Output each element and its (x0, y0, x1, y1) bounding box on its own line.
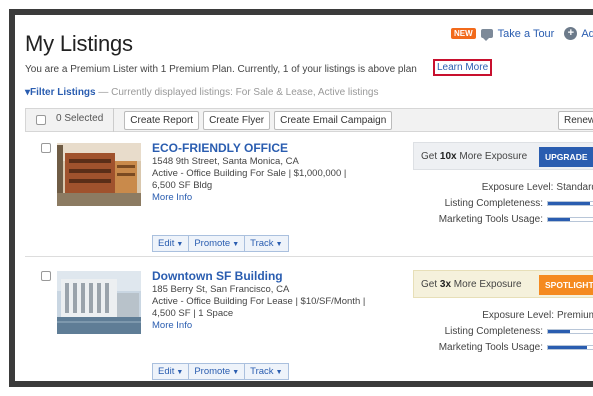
caret-down-icon: ▼ (232, 241, 240, 248)
tools-usage-label: Marketing Tools Usage: (438, 213, 543, 225)
completeness-fill (548, 329, 570, 333)
listing-title[interactable]: Downtown SF Building (152, 269, 283, 283)
screenshot-frame: My Listings NEW Take a Tour + Ad You are… (9, 9, 593, 387)
caret-down-icon: ▼ (232, 369, 240, 376)
exposure-prefix: Get (421, 278, 440, 290)
tools-usage-fill (548, 217, 570, 221)
exposure-prefix: Get (421, 150, 440, 162)
promote-dropdown[interactable]: Promote ▼ (189, 363, 246, 380)
edit-label: Edit (158, 366, 175, 377)
promote-dropdown[interactable]: Promote ▼ (189, 235, 246, 252)
selected-count: 0 Selected (56, 108, 115, 132)
exposure-promo: Get 3x More Exposure SPOTLIGHT (413, 270, 593, 298)
page-title: My Listings (25, 31, 133, 56)
bulk-actions-toolbar: 0 Selected Create Report Create Flyer Cr… (25, 108, 593, 132)
filter-listings-label: Filter Listings (30, 87, 96, 98)
listing-metrics: Exposure Level: Standard Listing Complet… (415, 179, 593, 227)
listing-status: Active - Office Building For Sale | $1,0… (152, 168, 347, 179)
page: My Listings NEW Take a Tour + Ad You are… (15, 15, 593, 381)
tools-usage-fill (548, 345, 588, 349)
exposure-suffix: More Exposure (451, 278, 522, 290)
completeness-bar (547, 328, 593, 334)
exposure-multiplier: 3x (439, 278, 452, 290)
exposure-promo-text: Get 3x More Exposure (421, 279, 522, 290)
tools-usage-bar (547, 216, 593, 222)
listing-metrics: Exposure Level: Premium Listing Complete… (415, 307, 593, 355)
listing-thumbnail[interactable] (57, 143, 141, 206)
more-info-link[interactable]: More Info (152, 320, 377, 332)
exposure-level-value: Premium (556, 309, 593, 321)
completeness-label: Listing Completeness: (444, 197, 543, 209)
tools-usage-label: Marketing Tools Usage: (438, 341, 543, 353)
completeness-label: Listing Completeness: (444, 325, 543, 337)
caret-down-icon: ▼ (176, 369, 184, 376)
select-all-checkbox[interactable] (36, 115, 46, 125)
promote-label: Promote (194, 366, 231, 377)
upgrade-button[interactable]: UPGRADE (539, 147, 593, 167)
edit-dropdown[interactable]: Edit ▼ (152, 235, 190, 252)
tools-usage-row: Marketing Tools Usage: (415, 339, 593, 355)
completeness-bar (547, 200, 593, 206)
spotlight-button[interactable]: SPOTLIGHT (539, 275, 593, 295)
exposure-multiplier: 10x (439, 150, 457, 162)
listing-checkbox[interactable] (41, 271, 51, 281)
listing-address: 185 Berry St, San Francisco, CA (152, 284, 290, 295)
exposure-promo: Get 10x More Exposure UPGRADE (413, 142, 593, 170)
filter-listings-link[interactable]: ▾Filter Listings (25, 87, 96, 98)
exposure-level-label: Exposure Level: (482, 309, 554, 321)
create-email-campaign-button[interactable]: Create Email Campaign (274, 110, 393, 130)
create-flyer-button[interactable]: Create Flyer (203, 110, 271, 130)
take-a-tour-link[interactable]: Take a Tour (498, 28, 555, 40)
edit-dropdown[interactable]: Edit ▼ (152, 363, 190, 380)
tools-usage-row: Marketing Tools Usage: (415, 211, 593, 227)
listing-checkbox[interactable] (41, 143, 51, 153)
listing-actions: Edit ▼ Promote ▼ Track ▼ (152, 235, 289, 252)
completeness-fill (548, 201, 591, 205)
new-badge: NEW (451, 28, 476, 39)
caret-down-icon: ▼ (275, 369, 283, 376)
exposure-level-label: Exposure Level: (481, 181, 554, 193)
listing-row: Downtown SF Building 185 Berry St, San F… (25, 267, 593, 381)
completeness-row: Listing Completeness: (415, 323, 593, 339)
filter-description: — Currently displayed listings: For Sale… (98, 87, 379, 98)
plus-circle-icon[interactable]: + (564, 27, 578, 40)
listing-status: Active - Office Building For Lease | $10… (152, 296, 366, 307)
exposure-level-value: Standard (556, 181, 593, 193)
listing-row: ECO-FRIENDLY OFFICE 1548 9th Street, San… (25, 139, 593, 257)
listing-address: 1548 9th Street, Santa Monica, CA (152, 156, 299, 167)
track-label: Track (250, 238, 274, 249)
listing-details: 185 Berry St, San Francisco, CA Active -… (152, 284, 377, 332)
promote-label: Promote (194, 238, 231, 249)
caret-down-icon: ▼ (176, 241, 184, 248)
listing-size: 6,500 SF Bldg (152, 180, 213, 191)
premium-notice: You are a Premium Lister with 1 Premium … (25, 64, 417, 75)
exposure-promo-text: Get 10x More Exposure (421, 151, 527, 162)
chat-bubble-icon[interactable] (480, 29, 493, 41)
edit-label: Edit (158, 238, 175, 249)
track-dropdown[interactable]: Track ▼ (245, 363, 289, 380)
exposure-suffix: More Exposure (456, 150, 528, 162)
listing-details: 1548 9th Street, Santa Monica, CA Active… (152, 156, 377, 204)
learn-more-link[interactable]: Learn More (433, 59, 493, 76)
track-dropdown[interactable]: Track ▼ (245, 235, 289, 252)
completeness-row: Listing Completeness: (415, 195, 593, 211)
track-label: Track (250, 366, 274, 377)
listing-title[interactable]: ECO-FRIENDLY OFFICE (152, 141, 288, 155)
renew-button[interactable]: Renew (558, 111, 593, 130)
exposure-level-row: Exposure Level: Premium (415, 307, 593, 323)
more-info-link[interactable]: More Info (152, 192, 377, 204)
filter-bar: ▾Filter Listings — Currently displayed l… (25, 87, 379, 98)
create-report-button[interactable]: Create Report (124, 110, 200, 130)
listing-thumbnail[interactable] (57, 271, 141, 334)
tools-usage-bar (547, 344, 593, 350)
caret-down-icon: ▼ (275, 241, 283, 248)
listing-actions: Edit ▼ Promote ▼ Track ▼ (152, 363, 289, 380)
listing-size: 4,500 SF | 1 Space (152, 308, 234, 319)
add-listing-link[interactable]: Ad (581, 28, 593, 40)
exposure-level-row: Exposure Level: Standard (415, 179, 593, 195)
top-actions: NEW Take a Tour + Ad (451, 27, 593, 41)
